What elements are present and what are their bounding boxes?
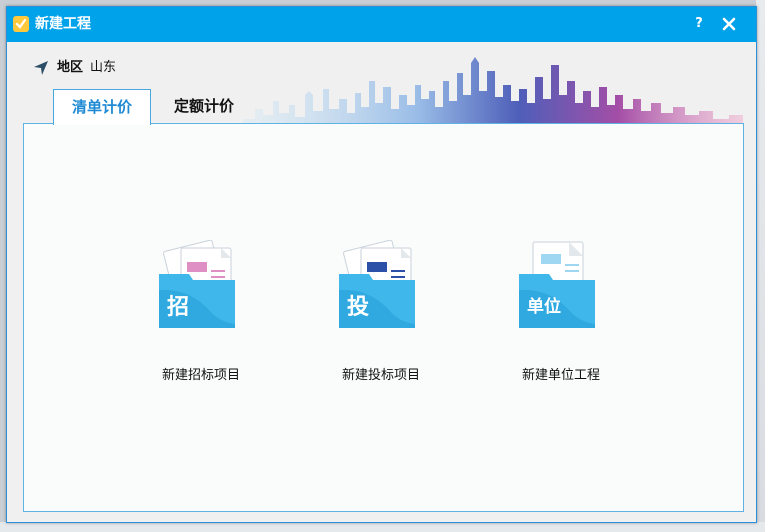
tile-label: 新建单位工程 [521,368,600,383]
new-bid-project-button[interactable]: 投 新建投标项目 [316,240,446,400]
folder-document-icon: 投 [339,240,415,328]
close-icon[interactable] [719,14,739,34]
tile-badge: 单位 [527,296,561,317]
tile-badge: 投 [347,295,369,320]
title-bar[interactable]: 新建工程 ? [7,7,756,42]
tab-quota-pricing[interactable]: 定额计价 [155,89,253,123]
city-skyline-banner [243,57,743,131]
folder-document-icon: 招 [159,240,235,328]
content-panel: 招 新建招标项目 投 新建投标项目 单位 新建单位工程 [23,123,744,512]
location-arrow-icon [34,61,48,75]
region-label: 地区 [57,60,84,75]
app-logo-icon [13,16,29,32]
tab-bill-of-quantities-pricing[interactable]: 清单计价 [53,89,151,125]
new-tender-project-button[interactable]: 招 新建招标项目 [136,240,266,400]
tile-label: 新建招标项目 [161,368,240,383]
window-title: 新建工程 [35,16,91,32]
new-unit-project-button[interactable]: 单位 新建单位工程 [496,240,626,400]
background-window-edge-bottom [0,522,765,532]
help-button[interactable]: ? [689,14,709,34]
new-project-dialog: 新建工程 ? 地区 山东 清单计价 定额计价 招 新建招标项目 投 新建投标项目… [6,6,757,523]
folder-document-icon: 单位 [519,241,595,328]
tile-label: 新建投标项目 [341,368,420,383]
tile-badge: 招 [167,295,189,320]
background-window-edge [756,0,765,532]
region-value: 山东 [90,60,117,75]
